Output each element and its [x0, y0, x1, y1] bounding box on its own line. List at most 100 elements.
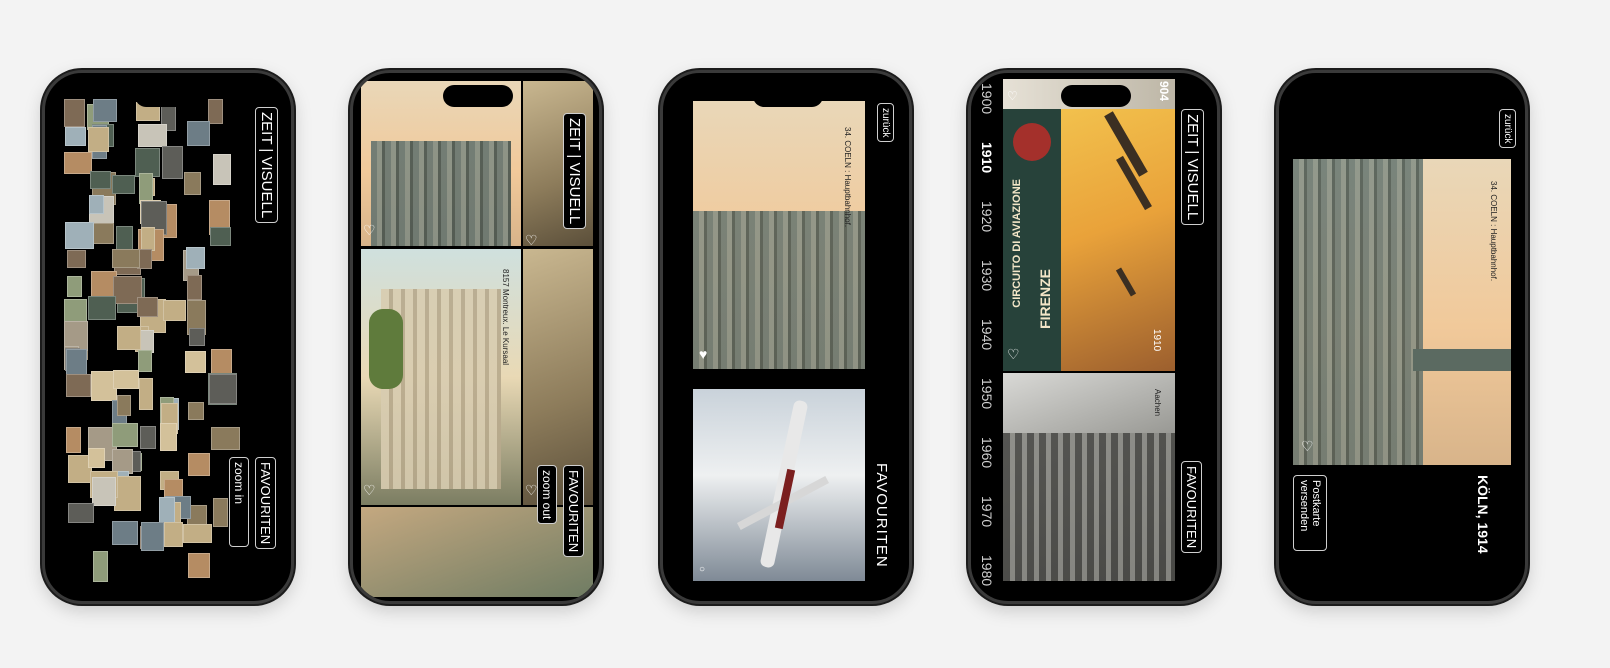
postcard-thumbnail[interactable]: [65, 126, 87, 146]
postcard-thumbnail[interactable]: [185, 247, 205, 270]
postcard-thumbnail[interactable]: [188, 401, 205, 420]
postcard-thumbnail[interactable]: [63, 152, 92, 175]
app-title[interactable]: ZEIT | VISUELL: [1181, 109, 1204, 226]
postcard-thumbnail[interactable]: [187, 275, 203, 301]
postcard-airplane[interactable]: ○: [693, 389, 865, 581]
phone-favourites: 34. COELN : Hauptbahnhof. ♥ ○ FAVOURITEN…: [660, 70, 912, 604]
postcard-thumbnail[interactable]: [183, 171, 201, 195]
postcard-thumbnail[interactable]: [184, 351, 206, 374]
postcard-thumbnail[interactable]: [63, 298, 87, 323]
postcard-street[interactable]: [361, 507, 593, 597]
postcard-aviation-poster[interactable]: 1910: [1061, 109, 1175, 371]
postcard-kursaal[interactable]: 8157 Montreux. Le Kursaal: [361, 249, 521, 505]
heart-icon[interactable]: ♡: [1301, 439, 1315, 453]
postcard-thumbnail[interactable]: [67, 275, 83, 297]
postcard-thumbnail[interactable]: [186, 121, 210, 147]
postcard-caption: 34. COELN : Hauptbahnhof.: [1489, 181, 1498, 282]
heart-icon[interactable]: ♡: [363, 483, 377, 497]
postcard-thumbnail[interactable]: [140, 226, 155, 251]
phone-timeline: 1900 1910 1920 1930 1940 1950 1960 1970 1980 904…: [968, 70, 1220, 604]
postcard-thumbnail[interactable]: [112, 370, 139, 389]
postcard-thumbnail[interactable]: [212, 154, 231, 186]
postcard-thumbnail[interactable]: [111, 521, 138, 546]
heart-icon[interactable]: ♡: [1007, 89, 1021, 103]
year-1960[interactable]: 1960: [979, 437, 995, 468]
postcard-thumbnail[interactable]: [187, 552, 210, 578]
postcard-thumbnail[interactable]: [159, 422, 177, 451]
postcard-thumbnail[interactable]: [209, 373, 238, 404]
postcard-thumbnail[interactable]: [210, 427, 240, 451]
postcard-thumbnail[interactable]: [88, 127, 110, 153]
postcard-thumbnail[interactable]: [68, 503, 95, 524]
dynamic-island: [135, 85, 205, 107]
heart-icon[interactable]: ○: [699, 563, 713, 577]
postcard-thumbnail[interactable]: [139, 425, 156, 449]
favourites-button[interactable]: FAVOURITEN: [563, 465, 584, 558]
postcard-thumbnail[interactable]: [187, 453, 210, 477]
dynamic-island: [1369, 85, 1439, 107]
postcard-thumbnail[interactable]: [66, 427, 82, 454]
place-year: KÖLN, 1914: [1475, 475, 1491, 554]
year-1970[interactable]: 1970: [979, 496, 995, 527]
postcard-aachen[interactable]: Aachen: [1003, 373, 1175, 581]
postcard-thumbnail[interactable]: [211, 348, 233, 376]
postcard-thumbnail[interactable]: [88, 447, 105, 468]
postcard-thumbnail[interactable]: [161, 146, 183, 180]
postcard-thumbnail[interactable]: [183, 524, 213, 544]
postcard-thumbnail[interactable]: [210, 226, 232, 246]
postcard-thumbnail[interactable]: [164, 522, 184, 548]
postcard-thumbnail[interactable]: [67, 249, 87, 268]
year-1920[interactable]: 1920: [979, 201, 995, 232]
postcard-koeln-1914[interactable]: 34. COELN : Hauptbahnhof. ♡: [1293, 159, 1511, 465]
back-button[interactable]: zurück: [877, 103, 894, 143]
postcard-thumbnail[interactable]: [139, 329, 155, 353]
year-1980[interactable]: 1980: [979, 555, 995, 586]
zoom-in-button[interactable]: zoom in: [229, 457, 249, 547]
postcard-thumbnail[interactable]: [65, 374, 91, 398]
back-button[interactable]: zurück: [1499, 109, 1516, 149]
postcard-thumbnail[interactable]: [64, 99, 86, 128]
postcard-thumbnail[interactable]: [116, 325, 141, 350]
postcard-thumbnail[interactable]: [140, 521, 164, 551]
year-1900[interactable]: 1900: [979, 83, 995, 114]
year-1930[interactable]: 1930: [979, 260, 995, 291]
postcard-coeln-hauptbahnhof[interactable]: 34. COELN : Hauptbahnhof. ♥: [693, 101, 865, 369]
year-1950[interactable]: 1950: [979, 378, 995, 409]
zoom-out-button[interactable]: zoom out: [537, 465, 557, 525]
postcard-thumbnail[interactable]: [188, 328, 205, 347]
postcard-thumbnail[interactable]: [65, 221, 95, 249]
postcard-thumbnail[interactable]: [92, 99, 117, 123]
poster-text: CIRCUITO DI AVIAZIONE: [1011, 179, 1023, 308]
favourites-button[interactable]: FAVOURITEN: [255, 457, 276, 550]
postcard-thumbnail[interactable]: [116, 395, 131, 417]
postcard-thumbnail[interactable]: [111, 174, 135, 194]
heart-icon[interactable]: ♡: [1007, 347, 1021, 361]
postcard-thumbnail[interactable]: [114, 476, 141, 512]
postcard-thumbnail[interactable]: [91, 477, 116, 507]
postcard-thumbnail[interactable]: [137, 124, 167, 148]
heart-icon[interactable]: ♡: [525, 233, 539, 247]
postcard-thumbnail[interactable]: [89, 170, 111, 189]
heart-filled-icon[interactable]: ♥: [699, 347, 713, 361]
postcard-thumbnail[interactable]: [138, 350, 153, 373]
screen-zoomed: 8157 Montreux. Le Kursaal ♡ ♡ ♡ ♡ ZEIT |…: [353, 73, 599, 601]
heart-icon[interactable]: ♡: [363, 223, 377, 237]
postcard-thumbnail[interactable]: [208, 99, 224, 125]
postcard-thumbnail[interactable]: [139, 377, 154, 410]
postcard-thumbnail[interactable]: [136, 297, 158, 318]
postcard-thumbnail[interactable]: [162, 299, 186, 321]
year-1910[interactable]: 1910: [979, 142, 995, 173]
corner-year: 904: [1157, 81, 1171, 102]
postcard-thumbnail[interactable]: [92, 551, 108, 583]
postcard-thumbnail[interactable]: [88, 295, 117, 320]
favourites-button[interactable]: FAVOURITEN: [1181, 461, 1202, 554]
year-1940[interactable]: 1940: [979, 319, 995, 350]
app-title[interactable]: ZEIT | VISUELL: [255, 107, 278, 224]
postcard-thumbnail[interactable]: [112, 248, 141, 268]
app-title[interactable]: ZEIT | VISUELL: [563, 113, 586, 230]
send-postcard-button[interactable]: Postkarte versenden: [1293, 475, 1327, 551]
postcard-thumbnail[interactable]: [112, 423, 139, 448]
phone-zoomed: 8157 Montreux. Le Kursaal ♡ ♡ ♡ ♡ ZEIT |…: [350, 70, 602, 604]
postcard-thumbnail[interactable]: [212, 497, 228, 527]
postcard-thumbnail[interactable]: [88, 195, 104, 215]
